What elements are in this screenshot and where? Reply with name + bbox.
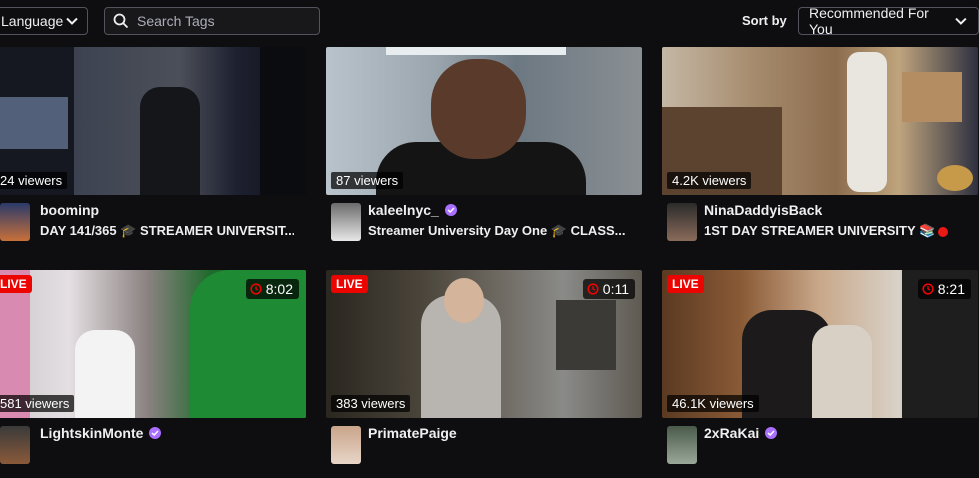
stream-thumbnail[interactable]: LIVE 8:02 581 viewers	[0, 270, 306, 418]
clock-icon	[587, 283, 599, 295]
chevron-down-icon	[955, 17, 967, 25]
viewer-count: 46.1K viewers	[667, 395, 759, 412]
stream-thumbnail[interactable]: 4.2K viewers	[662, 47, 978, 195]
stream-meta: PrimatePaige	[326, 424, 642, 472]
language-label: Language	[1, 13, 64, 29]
stream-thumbnail[interactable]: LIVE 0:11 383 viewers	[326, 270, 642, 418]
verified-badge-icon	[149, 427, 162, 439]
stream-meta: NinaDaddyisBack 1ST DAY STREAMER UNIVERS…	[662, 201, 978, 249]
stream-meta: boominp DAY 141/365 🎓 STREAMER UNIVERSIT…	[0, 201, 306, 249]
avatar[interactable]	[331, 426, 361, 464]
viewer-count: 87 viewers	[331, 172, 404, 189]
stream-title-link[interactable]: DAY 141/365 🎓 STREAMER UNIVERSIT...	[40, 223, 294, 239]
stream-card[interactable]: 4.2K viewers NinaDaddyisBack 1ST DAY STR…	[662, 47, 978, 249]
avatar[interactable]	[667, 203, 697, 241]
stream-title-link[interactable]: 1ST DAY STREAMER UNIVERSITY 📚	[704, 223, 949, 239]
stream-card[interactable]: LIVE 0:11 383 viewers PrimatePaige	[326, 270, 642, 472]
avatar[interactable]	[667, 426, 697, 464]
channel-name-link[interactable]: LightskinMonte	[40, 425, 162, 441]
stream-card[interactable]: LIVE 8:02 581 viewers LightskinMonte	[0, 270, 306, 472]
red-circle-emoji-icon	[938, 226, 949, 237]
stream-meta: kaleelnyc_ Streamer University Day One 🎓…	[326, 201, 642, 249]
clock-icon	[250, 283, 262, 295]
channel-name-link[interactable]: NinaDaddyisBack	[704, 202, 822, 218]
chevron-down-icon	[66, 17, 78, 25]
live-badge: LIVE	[667, 275, 704, 293]
language-dropdown[interactable]: Language	[0, 7, 88, 35]
channel-name-link[interactable]: PrimatePaige	[368, 425, 457, 441]
stream-uptime: 0:11	[582, 279, 635, 299]
channel-name-link[interactable]: boominp	[40, 202, 99, 218]
sort-dropdown[interactable]: Recommended For You	[798, 5, 979, 37]
stream-uptime: 8:21	[917, 279, 971, 299]
live-badge: LIVE	[0, 275, 32, 293]
stream-uptime: 8:02	[245, 279, 299, 299]
live-badge: LIVE	[331, 275, 368, 293]
search-tags-input[interactable]	[135, 12, 319, 30]
stream-card[interactable]: 87 viewers kaleelnyc_ Streamer Universit…	[326, 47, 642, 249]
sort-by-label: Sort by	[742, 13, 787, 28]
avatar[interactable]	[0, 426, 30, 464]
sort-value: Recommended For You	[809, 5, 929, 37]
clock-icon	[922, 283, 934, 295]
stream-card[interactable]: 24 viewers boominp DAY 141/365 🎓 STREAME…	[0, 47, 306, 249]
avatar[interactable]	[0, 203, 30, 241]
viewer-count: 383 viewers	[331, 395, 411, 412]
stream-thumbnail[interactable]: 24 viewers	[0, 47, 306, 195]
filter-bar: Language Sort by Recommended For You	[0, 5, 979, 37]
stream-meta: 2xRaKai	[662, 424, 978, 472]
stream-card[interactable]: LIVE 8:21 46.1K viewers 2xRaKai	[662, 270, 978, 472]
viewer-count: 4.2K viewers	[667, 172, 752, 189]
stream-thumbnail[interactable]: 87 viewers	[326, 47, 642, 195]
avatar[interactable]	[331, 203, 361, 241]
stream-meta: LightskinMonte	[0, 424, 306, 472]
search-tags-box[interactable]	[104, 7, 320, 35]
viewer-count: 24 viewers	[0, 172, 68, 189]
stream-title-link[interactable]: Streamer University Day One 🎓 CLASS...	[368, 223, 626, 239]
channel-name-link[interactable]: kaleelnyc_	[368, 202, 457, 218]
verified-badge-icon	[765, 427, 778, 439]
search-icon	[113, 13, 129, 29]
channel-name-link[interactable]: 2xRaKai	[704, 425, 778, 441]
verified-badge-icon	[444, 204, 457, 216]
stream-thumbnail[interactable]: LIVE 8:21 46.1K viewers	[662, 270, 978, 418]
viewer-count: 581 viewers	[0, 395, 75, 412]
